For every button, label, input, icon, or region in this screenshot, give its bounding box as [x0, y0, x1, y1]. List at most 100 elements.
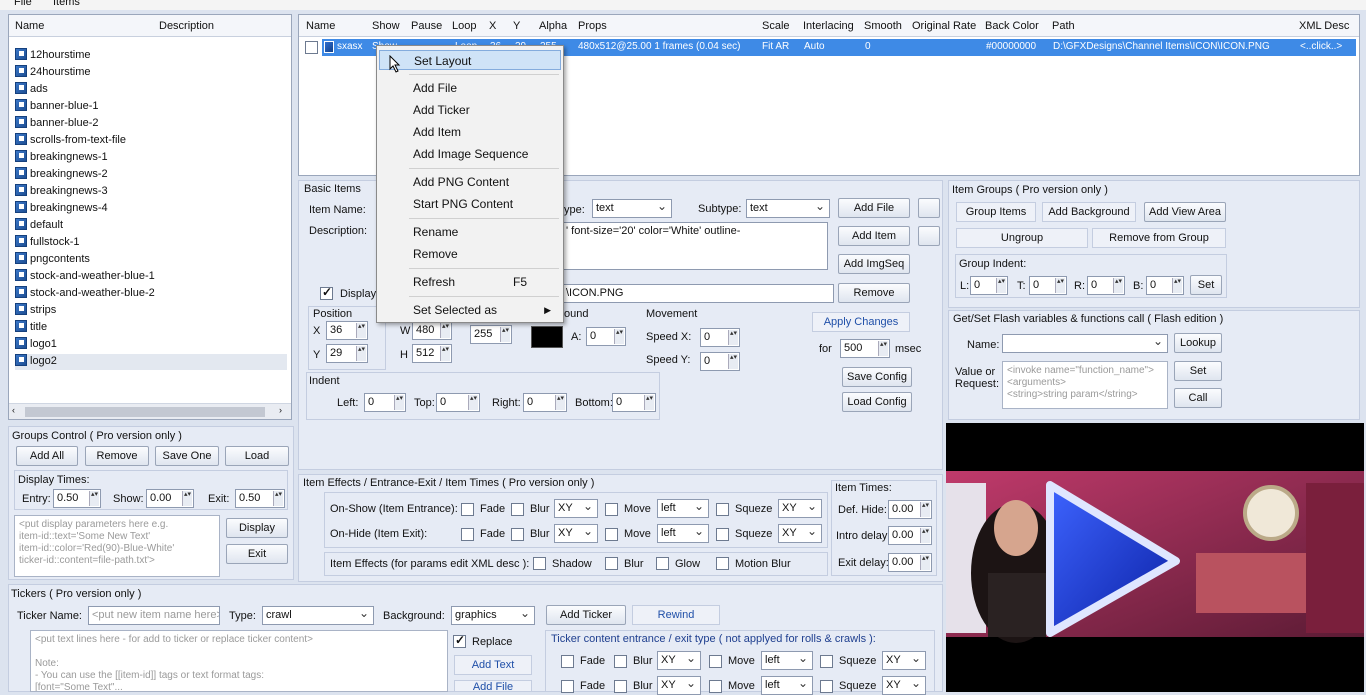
list-item[interactable]: logo2 — [15, 354, 287, 370]
list-item[interactable]: ads — [15, 82, 48, 98]
on-hide-squeze-xy-select[interactable]: XY — [778, 524, 822, 543]
list-item[interactable]: banner-blue-2 — [15, 116, 99, 132]
ticker-exit-blur-xy-select[interactable]: XY — [657, 676, 701, 695]
grid-col-alpha[interactable]: Alpha — [539, 20, 567, 32]
exit-button[interactable]: Exit — [226, 544, 288, 564]
remove-from-group-button[interactable]: Remove from Group — [1092, 228, 1226, 248]
x-input[interactable]: 36 — [326, 321, 368, 340]
glow-checkbox[interactable] — [656, 557, 669, 570]
list-item[interactable]: 12hourstime — [15, 48, 91, 64]
groups-remove-button[interactable]: Remove — [85, 446, 149, 466]
on-show-fade-checkbox[interactable] — [461, 503, 474, 516]
scroll-left-icon[interactable]: ‹ — [12, 405, 15, 415]
list-item[interactable]: logo1 — [15, 337, 57, 353]
grid-col-smooth[interactable]: Smooth — [864, 20, 902, 32]
ctx-set-selected-as[interactable]: Set Selected as ▶ — [379, 300, 561, 320]
grid-col-name[interactable]: Name — [306, 20, 335, 32]
list-horizontal-scrollbar[interactable]: ‹ › — [9, 403, 291, 419]
add-all-button[interactable]: Add All — [16, 446, 78, 466]
ticker-entrance-blur-checkbox[interactable] — [614, 655, 627, 668]
on-show-squeze-xy-select[interactable]: XY — [778, 499, 822, 518]
ticker-exit-fade-checkbox[interactable] — [561, 680, 574, 693]
replace-checkbox[interactable] — [453, 633, 466, 648]
speed-y-input[interactable]: 0 — [700, 352, 740, 371]
add-imgseq-button[interactable]: Add ImgSeq — [838, 254, 910, 274]
grid-col-y[interactable]: Y — [513, 20, 520, 32]
ticker-exit-squeze-checkbox[interactable] — [820, 680, 833, 693]
scroll-thumb[interactable] — [25, 407, 265, 417]
grid-cell-xml-desc[interactable]: <..click..> — [1300, 41, 1342, 52]
effects-blur-checkbox[interactable] — [605, 557, 618, 570]
grid-col-path[interactable]: Path — [1052, 20, 1075, 32]
alpha-input[interactable]: 255 — [470, 325, 512, 344]
video-preview[interactable] — [946, 423, 1364, 692]
group-indent-set-button[interactable]: Set — [1190, 275, 1222, 295]
right-indent-input[interactable]: 0 — [523, 393, 567, 412]
ticker-exit-move-direction-select[interactable]: left — [761, 676, 813, 695]
extra-button-2[interactable] — [918, 226, 940, 246]
add-view-area-button[interactable]: Add View Area — [1144, 202, 1226, 222]
grid-col-original-rate[interactable]: Original Rate — [912, 20, 976, 32]
on-hide-fade-checkbox[interactable] — [461, 528, 474, 541]
shadow-checkbox[interactable] — [533, 557, 546, 570]
remove-button[interactable]: Remove — [838, 283, 910, 303]
ticker-entrance-move-checkbox[interactable] — [709, 655, 722, 668]
on-show-blur-xy-select[interactable]: XY — [554, 499, 598, 518]
ctx-start-png-content[interactable]: Start PNG Content — [379, 194, 561, 214]
w-input[interactable]: 480 — [412, 321, 452, 340]
on-hide-squeze-checkbox[interactable] — [716, 528, 729, 541]
a-input[interactable]: 0 — [586, 327, 626, 346]
ctx-add-file[interactable]: Add File — [379, 78, 561, 98]
add-item-button[interactable]: Add Item — [838, 226, 910, 246]
def-hide-input[interactable]: 0.00 — [888, 500, 932, 519]
show-input[interactable]: 0.00 — [146, 489, 194, 508]
ctx-remove[interactable]: Remove — [379, 244, 561, 264]
list-item[interactable]: breakingnews-4 — [15, 201, 108, 217]
speed-x-input[interactable]: 0 — [700, 328, 740, 347]
ticker-type-select[interactable]: crawl — [262, 606, 374, 625]
group-items-button[interactable]: Group Items — [956, 202, 1036, 222]
type-select[interactable]: text — [592, 199, 672, 218]
motion-blur-checkbox[interactable] — [716, 557, 729, 570]
on-show-blur-checkbox[interactable] — [511, 503, 524, 516]
list-item[interactable]: stock-and-weather-blue-2 — [15, 286, 155, 302]
grid-col-props[interactable]: Props — [578, 20, 607, 32]
bottom-indent-input[interactable]: 0 — [612, 393, 656, 412]
menu-file[interactable]: File — [14, 0, 32, 8]
display-params-textarea[interactable]: <put display parameters here e.g. item-i… — [14, 515, 220, 577]
list-item[interactable]: 24hourstime — [15, 65, 91, 81]
on-show-move-checkbox[interactable] — [605, 503, 618, 516]
save-config-button[interactable]: Save Config — [842, 367, 912, 387]
save-one-button[interactable]: Save One — [155, 446, 219, 466]
on-hide-move-checkbox[interactable] — [605, 528, 618, 541]
flash-call-button[interactable]: Call — [1174, 388, 1222, 408]
grid-col-xml-desc[interactable]: XML Desc — [1299, 20, 1349, 32]
apply-changes-button[interactable]: Apply Changes — [812, 312, 910, 332]
list-item[interactable]: strips — [15, 303, 56, 319]
ctx-set-layout[interactable]: Set Layout — [379, 50, 561, 70]
ticker-exit-move-checkbox[interactable] — [709, 680, 722, 693]
col-description[interactable]: Description — [159, 20, 214, 32]
add-file-button[interactable]: Add File — [838, 198, 910, 218]
ticker-text-textarea[interactable]: <put text lines here - for add to ticker… — [30, 630, 448, 692]
ticker-background-select[interactable]: graphics — [451, 606, 535, 625]
grid-row-checkbox[interactable] — [305, 41, 318, 54]
list-item[interactable]: default — [15, 218, 63, 234]
item-list[interactable]: Name Description ‹ › 12hourstime 24hourst… — [8, 14, 292, 420]
on-show-squeze-checkbox[interactable] — [716, 503, 729, 516]
grid-col-pause[interactable]: Pause — [411, 20, 442, 32]
list-item[interactable]: breakingnews-1 — [15, 150, 108, 166]
on-show-move-direction-select[interactable]: left — [657, 499, 709, 518]
intro-delay-input[interactable]: 0.00 — [888, 526, 932, 545]
rewind-button[interactable]: Rewind — [632, 605, 720, 625]
exit-delay-input[interactable]: 0.00 — [888, 553, 932, 572]
list-item[interactable]: title — [15, 320, 47, 336]
ticker-entrance-squeze-checkbox[interactable] — [820, 655, 833, 668]
on-hide-blur-checkbox[interactable] — [511, 528, 524, 541]
ticker-entrance-squeze-xy-select[interactable]: XY — [882, 651, 926, 670]
add-text-button[interactable]: Add Text — [454, 655, 532, 675]
description-field[interactable]: ' font-size='20' color='White' outline- — [562, 222, 828, 270]
load-config-button[interactable]: Load Config — [842, 392, 912, 412]
flash-value-textarea[interactable]: <invoke name="function_name"> <arguments… — [1002, 361, 1168, 409]
grid-col-interlacing[interactable]: Interlacing — [803, 20, 854, 32]
